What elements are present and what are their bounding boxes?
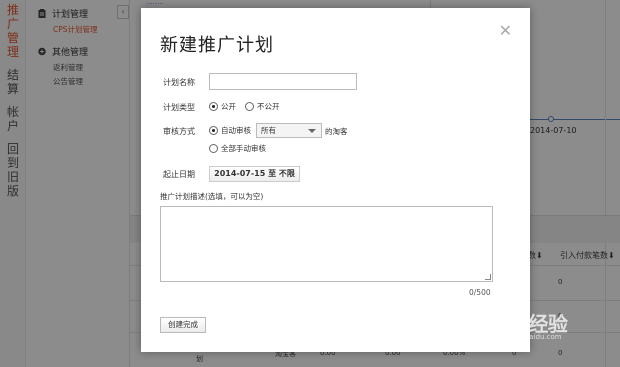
watermark-url: jingyan.baidu.com [497,333,562,341]
new-plan-dialog: 新建推广计划 ✕ 计划名称 计划类型 公开 不公开 审核方式 自动审核 所有 的… [141,8,530,352]
plan-name-input[interactable] [209,73,357,90]
chevron-down-icon [308,129,316,133]
date-range-label: 起止日期 [163,170,195,179]
review-method-label: 审核方式 [163,127,195,136]
radio-circle [209,126,218,135]
radio-circle [245,102,254,111]
resize-grip-icon[interactable] [485,274,491,280]
plan-type-private-radio[interactable]: 不公开 [245,101,280,112]
plan-type-label: 计划类型 [163,103,195,112]
close-icon[interactable]: ✕ [499,23,512,39]
review-manual-radio[interactable]: 全部手动审核 [209,143,266,154]
radio-circle [209,102,218,111]
review-auto-radio[interactable]: 自动审核 [209,125,251,136]
review-scope-select[interactable]: 所有 [256,123,322,138]
description-textarea[interactable] [160,206,493,282]
radio-label: 全部手动审核 [221,144,266,153]
plan-type-public-radio[interactable]: 公开 [209,101,236,112]
radio-label: 自动审核 [221,126,251,135]
char-counter: 0/500 [469,288,491,297]
create-button[interactable]: 创建完成 [160,317,206,333]
radio-label: 公开 [221,102,236,111]
select-value: 所有 [261,126,276,135]
date-range-picker[interactable]: 2014-07-15 至 不限 [209,166,300,182]
description-label: 推广计划描述(选填，可以为空) [160,192,264,201]
radio-circle [209,144,218,153]
review-suffix: 的淘客 [325,127,348,136]
radio-label: 不公开 [257,102,280,111]
plan-name-label: 计划名称 [163,78,195,87]
dialog-title: 新建推广计划 [160,35,274,56]
